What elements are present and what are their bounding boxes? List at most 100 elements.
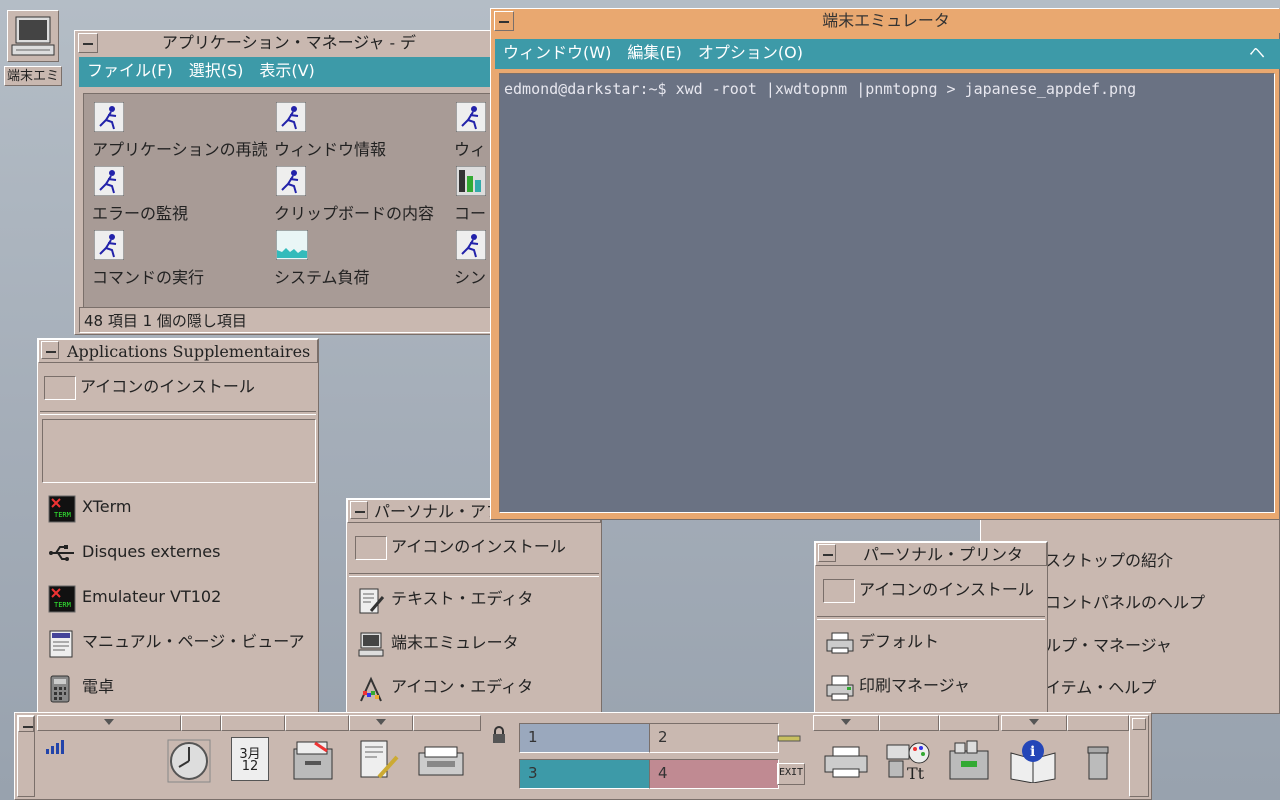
desktop-terminal-icon[interactable]: 端末エミ	[4, 10, 62, 86]
subpanel-item-calculator[interactable]: 電卓	[48, 667, 114, 707]
runner-icon	[455, 101, 487, 133]
app-item-clipboard[interactable]: クリップボードの内容	[274, 165, 454, 226]
subpanel-arrow-tab[interactable]	[879, 715, 939, 731]
drop-zone[interactable]	[42, 419, 316, 483]
exit-button[interactable]: EXIT	[777, 763, 805, 785]
help-item-help-manager[interactable]: ルプ・マネージャ	[1045, 626, 1172, 666]
subpanel-arrow-tab[interactable]	[1067, 715, 1129, 731]
runner-icon	[93, 101, 125, 133]
help-item-intro[interactable]: スクトップの紹介	[1045, 541, 1173, 581]
subpanel-titlebar[interactable]: Applications Supplementaires	[38, 339, 318, 363]
install-icon-drop[interactable]: アイコンのインストール	[44, 367, 255, 407]
subpanel-arrow-tab[interactable]	[181, 715, 221, 731]
mailbox-icon[interactable]	[417, 743, 465, 783]
subpanel-item-terminal[interactable]: 端末エミュレータ	[357, 623, 519, 663]
application-manager-icon[interactable]	[947, 739, 993, 787]
subpanel-item-default-printer[interactable]: デフォルト	[825, 622, 939, 662]
subpanel-item-label: アイコン・エディタ	[391, 677, 534, 696]
file-manager-icon[interactable]	[291, 739, 335, 785]
app-item-error-monitor[interactable]: エラーの監視	[92, 165, 272, 226]
terminal-screen[interactable]: edmond@darkstar:~$ xwd -root |xwdtopnm |…	[499, 73, 1275, 513]
divider	[40, 411, 316, 415]
subpanel-item-icon-editor[interactable]: アイコン・エディタ	[357, 667, 533, 707]
subpanel-arrow-personal[interactable]	[349, 715, 413, 731]
app-item-label: クリップボードの内容	[274, 204, 435, 223]
menu-view[interactable]: 表示(V)	[251, 57, 322, 85]
install-label: アイコンのインストール	[391, 537, 566, 556]
runner-icon	[93, 165, 125, 197]
subpanel-arrow-tab[interactable]	[221, 715, 285, 731]
runner-icon	[275, 101, 307, 133]
app-item-window-info[interactable]: ウィンドウ情報	[274, 101, 454, 162]
help-item-item-help[interactable]: イテム・ヘルプ	[1045, 668, 1156, 708]
subpanel-title: パーソナル・アプ	[374, 502, 503, 521]
clock-icon[interactable]	[167, 739, 211, 787]
app-item-system-load[interactable]: システム負荷	[274, 229, 454, 290]
workspace-button-4[interactable]: 4	[649, 759, 779, 789]
svg-text:Tt: Tt	[907, 764, 925, 783]
panel-minimize-button[interactable]	[1132, 718, 1146, 730]
menu-options[interactable]: オプション(O)	[690, 39, 811, 67]
install-icon-drop[interactable]: アイコンのインストール	[823, 570, 1034, 610]
subpanel-item-xterm[interactable]: TERM XTerm	[48, 487, 131, 527]
calendar-icon[interactable]: 3月 12	[231, 737, 271, 783]
install-icon-drop[interactable]: アイコンのインストール	[355, 527, 566, 567]
menu-file[interactable]: ファイル(F)	[79, 57, 181, 85]
subpanel-item-disques[interactable]: Disques externes	[48, 532, 220, 572]
panel-menu-button[interactable]	[18, 716, 34, 732]
icon-editor-icon	[357, 675, 385, 701]
subpanel-item-label: マニュアル・ページ・ビューア	[82, 632, 305, 651]
subpanel-titlebar[interactable]: パーソナル・プリンタ	[815, 542, 1047, 566]
busy-light-icon	[777, 729, 801, 747]
app-item-run-command[interactable]: コマンドの実行	[92, 229, 272, 290]
subpanel-close-button[interactable]	[818, 544, 836, 562]
subpanel-item-label: 電卓	[82, 677, 115, 696]
app-item-reload[interactable]: アプリケーションの再読	[92, 101, 272, 162]
workspace-button-1[interactable]: 1	[519, 723, 651, 753]
subpanel-arrow-supp[interactable]	[37, 715, 181, 731]
workspace-button-3[interactable]: 3	[519, 759, 651, 789]
terminal-icon	[357, 631, 385, 657]
panel-handle-left[interactable]	[17, 715, 35, 797]
style-manager-icon[interactable]: Tt	[883, 739, 933, 787]
panel-handle-right[interactable]	[1129, 715, 1149, 797]
runner-icon	[93, 229, 125, 261]
app-item-label: アプリケーションの再読	[92, 140, 268, 159]
divider	[349, 573, 599, 577]
usb-icon	[48, 540, 76, 566]
subpanel-close-button[interactable]	[350, 501, 368, 519]
trash-icon[interactable]	[1085, 745, 1111, 785]
app-manager-content: アプリケーションの再読 ウィンドウ情報 ウィ エラーの監視 クリップボードの内容…	[83, 93, 499, 331]
window-menu-button[interactable]	[494, 11, 514, 31]
printer-icon[interactable]	[823, 745, 869, 785]
install-label: アイコンのインストール	[859, 580, 1034, 599]
text-editor-icon[interactable]	[357, 739, 401, 787]
subpanel-arrow-tab[interactable]	[939, 715, 999, 731]
subpanel-item-vt102[interactable]: TERM Emulateur VT102	[48, 577, 221, 617]
runner-icon	[275, 165, 307, 197]
subpanel-arrow-tab[interactable]	[285, 715, 349, 731]
svg-text:i: i	[1030, 744, 1035, 760]
menu-window[interactable]: ウィンドウ(W)	[495, 39, 619, 67]
help-item-panel-help[interactable]: コントパネルのヘルプ	[1045, 583, 1205, 623]
menu-select[interactable]: 選択(S)	[181, 57, 252, 85]
subpanel-item-label: Disques externes	[82, 542, 221, 561]
subpanel-close-button[interactable]	[41, 341, 59, 359]
help-item-label: ルプ・マネージャ	[1045, 636, 1172, 655]
window-menu-button[interactable]	[78, 33, 98, 53]
workspace-button-2[interactable]: 2	[649, 723, 779, 753]
help-manager-icon[interactable]: i	[1009, 739, 1057, 787]
subpanel-arrow-printer[interactable]	[813, 715, 879, 731]
subpanel-item-text-editor[interactable]: テキスト・エディタ	[357, 579, 533, 619]
app-manager-titlebar[interactable]: アプリケーション・マネージャ - デ	[75, 31, 503, 55]
signal-icon	[45, 737, 65, 759]
subpanel-item-manpage[interactable]: マニュアル・ページ・ビューア	[48, 622, 305, 662]
lock-icon[interactable]	[491, 725, 507, 749]
subpanel-item-print-manager[interactable]: 印刷マネージャ	[825, 666, 970, 706]
desktop-icon-label: 端末エミ	[4, 66, 62, 86]
menu-edit[interactable]: 編集(E)	[619, 39, 690, 67]
subpanel-arrow-help[interactable]	[1001, 715, 1067, 731]
terminal-titlebar[interactable]: 端末エミュレータ	[491, 9, 1280, 33]
subpanel-arrow-tab[interactable]	[413, 715, 481, 731]
xterm-icon: TERM	[48, 585, 76, 612]
